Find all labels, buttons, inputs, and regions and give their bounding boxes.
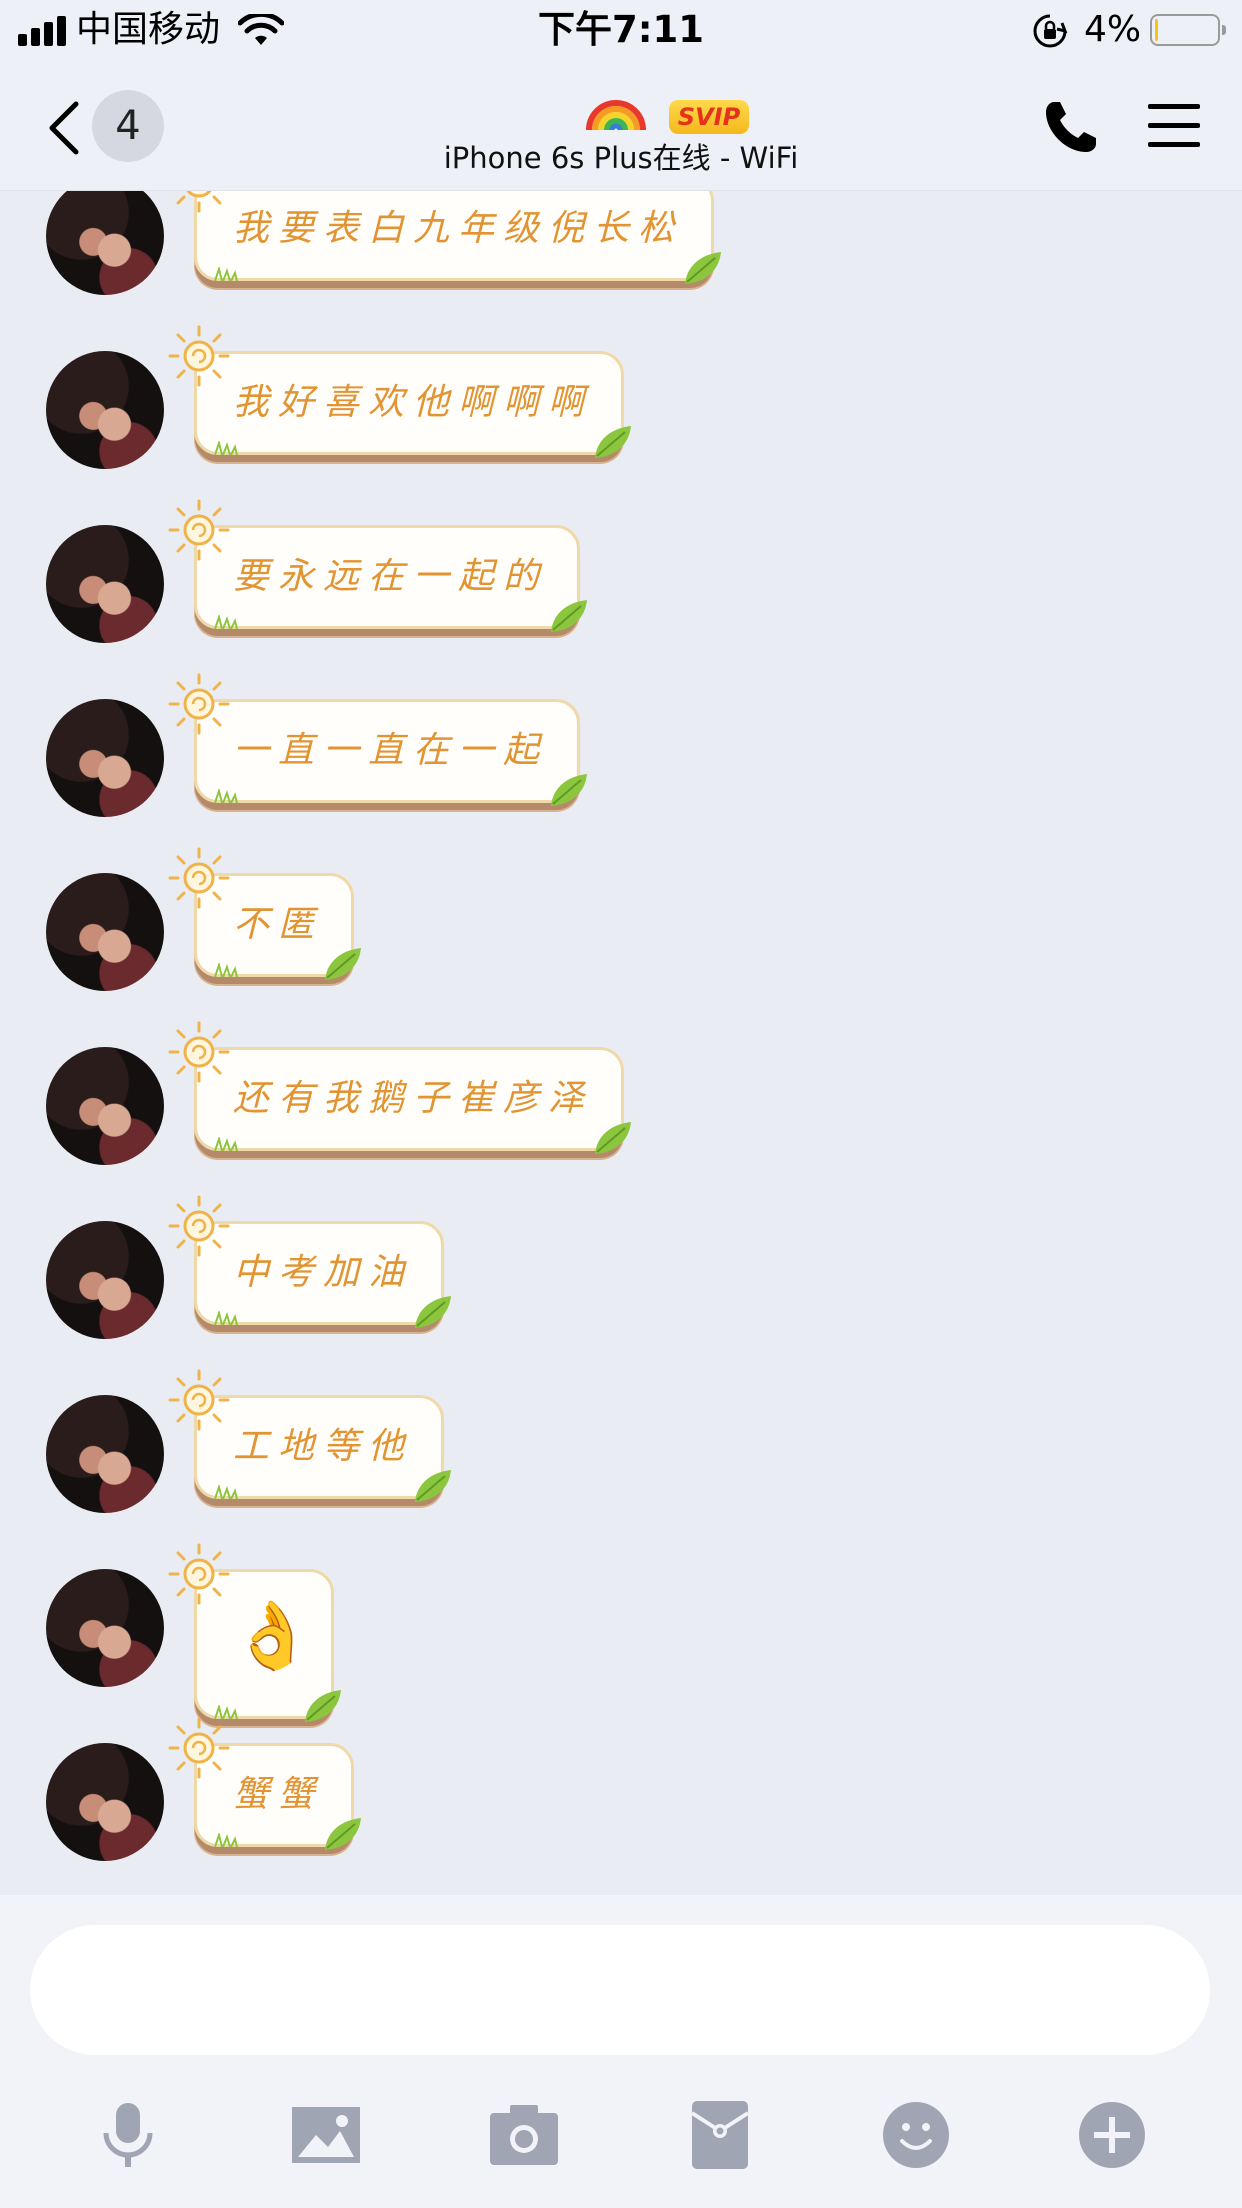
sun-icon	[168, 1021, 230, 1083]
message-text: 不匿	[233, 904, 324, 945]
sender-avatar[interactable]	[46, 873, 164, 991]
grass-icon	[213, 787, 239, 804]
message-bubble[interactable]: 要永远在一起的	[194, 525, 587, 632]
chat-title[interactable]: SVIP iPhone 6s Plus在线 - WiFi	[321, 72, 921, 182]
sender-avatar[interactable]	[46, 699, 164, 817]
microphone-icon[interactable]	[88, 2095, 168, 2175]
message-bubble[interactable]: 我好喜欢他啊啊啊	[194, 351, 631, 458]
online-status: iPhone 6s Plus在线 - WiFi	[443, 141, 799, 175]
grass-icon	[213, 613, 239, 630]
message-text: 我要表白九年级倪长松	[233, 208, 684, 249]
emoji-icon[interactable]	[876, 2095, 956, 2175]
grass-icon	[213, 439, 239, 456]
sun-icon	[168, 1369, 230, 1431]
sender-avatar[interactable]	[46, 1743, 164, 1861]
message-bubble[interactable]: 还有我鹅子崔彦泽	[194, 1047, 631, 1154]
chat-header: 4 SVIP iPhone 6s Plus在线 - WiFi	[0, 62, 1242, 191]
message-text: 我好喜欢他啊啊啊	[233, 382, 594, 423]
leaf-icon	[411, 1292, 455, 1332]
battery-percent: 4%	[1084, 9, 1142, 50]
message-bubble[interactable]: 我要表白九年级倪长松	[194, 191, 721, 284]
grass-icon	[213, 265, 239, 282]
rainbow-icon	[586, 100, 646, 131]
sender-avatar[interactable]	[46, 1221, 164, 1339]
message-row: 要永远在一起的	[0, 499, 1242, 695]
sender-avatar[interactable]	[46, 525, 164, 643]
sender-avatar[interactable]	[46, 1047, 164, 1165]
message-text: 要永远在一起的	[233, 556, 549, 597]
leaf-icon	[591, 1118, 635, 1158]
leaf-icon	[321, 1814, 365, 1854]
battery-fill	[1155, 19, 1158, 41]
rotation-lock-icon	[1033, 14, 1068, 48]
message-row: 工地等他	[0, 1369, 1242, 1565]
message-text: 还有我鹅子崔彦泽	[233, 1078, 594, 1119]
red-packet-icon[interactable]	[680, 2095, 760, 2175]
message-list[interactable]: 我要表白九年级倪长松 我好喜欢他啊啊啊 要永远在一起的 一直一直在一起 不匿还有我鹅子崔…	[0, 191, 1242, 1895]
message-bubble[interactable]: 中考加油	[194, 1221, 451, 1328]
message-row: 👌	[0, 1543, 1242, 1739]
chat-screen: 中国移动 下午7:11 4% 4 SVIP iPhone 6s Plus在线 -…	[0, 0, 1242, 2208]
message-text: 蟹蟹	[233, 1774, 324, 1815]
message-bubble[interactable]: 一直一直在一起	[194, 699, 587, 806]
message-text: 中考加油	[233, 1252, 414, 1293]
grass-icon	[213, 1703, 239, 1720]
message-text: 一直一直在一起	[233, 730, 549, 771]
camera-icon[interactable]	[484, 2095, 564, 2175]
message-bubble[interactable]: 工地等他	[194, 1395, 451, 1502]
sun-icon	[168, 1717, 230, 1779]
sun-icon	[168, 1195, 230, 1257]
ok-hand-emoji: 👌	[231, 1597, 314, 1674]
grass-icon	[213, 1309, 239, 1326]
grass-icon	[213, 961, 239, 978]
grass-icon	[213, 1831, 239, 1848]
message-row: 一直一直在一起	[0, 673, 1242, 869]
sender-avatar[interactable]	[46, 1569, 164, 1687]
message-row: 我好喜欢他啊啊啊	[0, 325, 1242, 521]
sender-avatar[interactable]	[46, 351, 164, 469]
leaf-icon	[591, 422, 635, 462]
leaf-icon	[411, 1466, 455, 1506]
sender-avatar[interactable]	[46, 1395, 164, 1513]
status-bar: 中国移动 下午7:11 4%	[0, 0, 1242, 62]
sun-icon	[168, 847, 230, 909]
phone-icon[interactable]	[1040, 98, 1100, 158]
sun-icon	[168, 499, 230, 561]
menu-icon[interactable]	[1144, 98, 1204, 154]
sender-avatar[interactable]	[46, 191, 164, 295]
leaf-icon	[321, 944, 365, 984]
sun-icon	[168, 325, 230, 387]
plus-icon[interactable]	[1072, 2095, 1152, 2175]
image-icon[interactable]	[286, 2095, 366, 2175]
sun-icon	[168, 1543, 230, 1605]
svip-badge: SVIP	[669, 100, 749, 134]
grass-icon	[213, 1135, 239, 1152]
battery-icon	[1150, 14, 1226, 46]
message-text: 工地等他	[233, 1426, 414, 1467]
leaf-icon	[547, 596, 591, 636]
message-input[interactable]	[30, 1925, 1210, 2055]
sun-icon	[168, 673, 230, 735]
message-row: 蟹蟹	[0, 1717, 1242, 1895]
message-row: 中考加油	[0, 1195, 1242, 1391]
input-panel	[0, 1895, 1242, 2208]
leaf-icon	[301, 1686, 345, 1726]
message-row: 我要表白九年级倪长松	[0, 191, 1242, 347]
grass-icon	[213, 1483, 239, 1500]
back-button[interactable]: 4	[40, 84, 170, 164]
message-row: 还有我鹅子崔彦泽	[0, 1021, 1242, 1217]
leaf-icon	[681, 248, 725, 288]
back-chevron-icon	[49, 101, 79, 155]
unread-count-badge: 4	[92, 90, 164, 162]
message-row: 不匿	[0, 847, 1242, 1043]
leaf-icon	[547, 770, 591, 810]
sun-icon	[168, 191, 230, 213]
